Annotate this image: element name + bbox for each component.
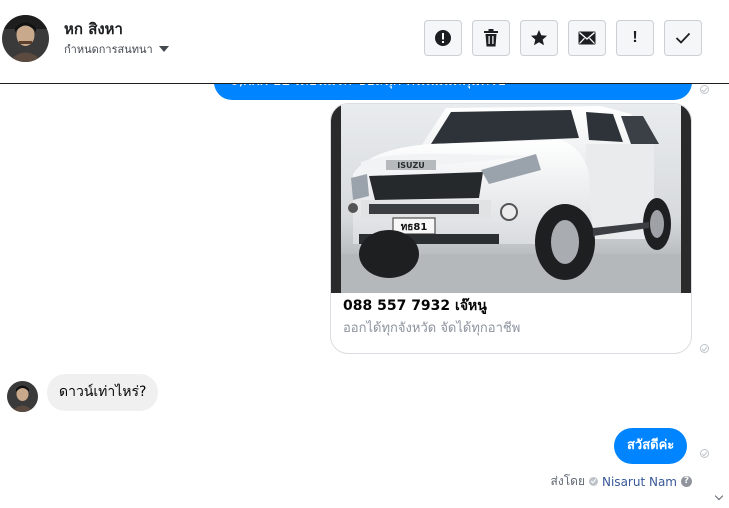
outgoing-message-bubble-greeting[interactable]: สวัสดีค่ะ <box>614 428 688 464</box>
contact-avatar-small[interactable] <box>7 381 38 412</box>
truck-photo[interactable]: ISUZU ทธ81 <box>331 104 691 293</box>
seen-receipt-icon <box>700 85 709 94</box>
mark-unread-button[interactable] <box>568 20 606 56</box>
check-icon <box>675 32 691 44</box>
sent-by-label: ส่งโดย <box>550 474 585 488</box>
brand-badge: ISUZU <box>397 161 425 170</box>
exclamation-icon: ! <box>632 29 638 46</box>
verified-check-icon <box>589 477 598 486</box>
star-icon <box>531 30 547 46</box>
alert-circle-icon <box>435 30 451 46</box>
manage-conversation-dropdown[interactable]: กำหนดการสนทนา <box>64 40 169 58</box>
manage-conversation-label: กำหนดการสนทนา <box>64 43 153 56</box>
outgoing-message-text: 0,xxx 12 เดือนแรก ขับสนุก คันนี้มีแต่คุ้… <box>230 84 676 96</box>
card-subtitle: ออกได้ทุกจังหวัด จัดได้ทุกอาชีพ <box>343 321 521 336</box>
follow-up-button[interactable]: ! <box>616 20 654 56</box>
contact-avatar[interactable] <box>2 15 49 62</box>
delete-button[interactable] <box>472 20 510 56</box>
sender-name-link[interactable]: Nisarut Nam <box>602 475 677 489</box>
chevron-down-icon[interactable] <box>714 491 724 501</box>
mark-spam-button[interactable] <box>424 20 462 56</box>
seen-receipt-icon <box>700 449 709 458</box>
outgoing-message-bubble[interactable]: 0,xxx 12 เดือนแรก ขับสนุก คันนี้มีแต่คุ้… <box>214 84 692 100</box>
license-plate: ทธ81 <box>401 222 428 233</box>
contact-name[interactable]: หก สิงหา <box>64 17 123 41</box>
incoming-message-bubble[interactable]: ดาวน์เท่าไหร่? <box>47 374 159 411</box>
message-thread[interactable]: 0,xxx 12 เดือนแรก ขับสนุก คันนี้มีแต่คุ้… <box>0 84 729 508</box>
sent-by-line: ส่งโดย Nisarut Nam ? <box>551 472 692 491</box>
mark-done-button[interactable] <box>664 20 702 56</box>
conversation-header: หก สิงหา กำหนดการสนทนา ! <box>0 0 729 84</box>
seen-receipt-icon <box>700 344 709 353</box>
card-title: 088 557 7932 เจ๊หนู <box>343 298 487 314</box>
trash-icon <box>484 29 498 47</box>
attachment-card[interactable]: ISUZU ทธ81 088 557 7932 เจ๊หนู ออกได้ทุก… <box>330 103 692 354</box>
caret-down-icon <box>158 46 169 52</box>
envelope-icon <box>578 31 596 45</box>
help-icon[interactable]: ? <box>681 476 692 487</box>
action-toolbar: ! <box>424 20 702 56</box>
star-button[interactable] <box>520 20 558 56</box>
